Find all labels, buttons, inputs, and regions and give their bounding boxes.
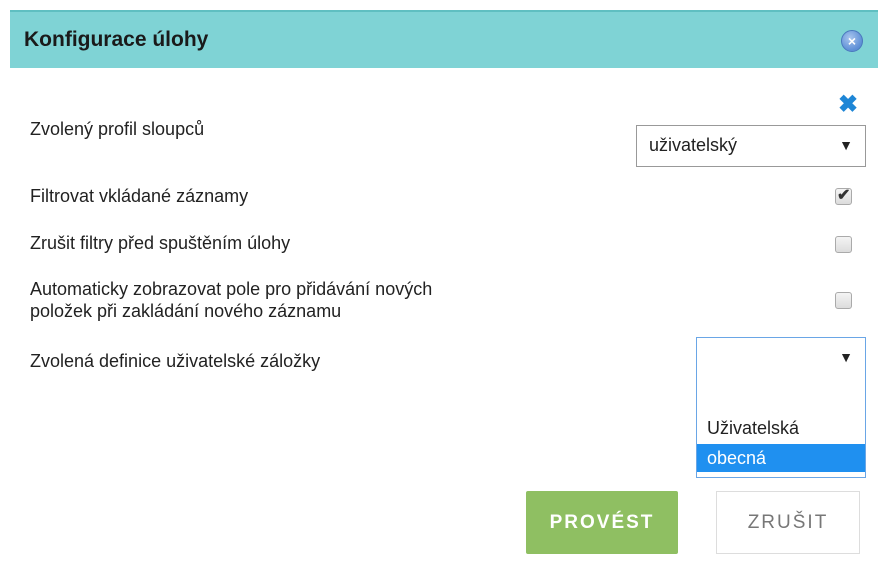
dialog-titlebar: Konfigurace úlohy × — [10, 10, 878, 68]
dropdown-option-general[interactable]: obecná — [697, 444, 865, 472]
filter-inserted-checkbox[interactable]: ✔ — [835, 187, 852, 205]
dropdown-option-empty[interactable] — [697, 378, 865, 406]
clear-filters-label: Zrušit filtry před spuštěním úlohy — [30, 233, 291, 253]
chevron-down-icon: ▼ — [839, 137, 853, 153]
auto-show-fields-checkbox[interactable] — [835, 292, 852, 309]
reset-icon[interactable]: ✖ — [838, 93, 858, 117]
chevron-down-icon: ▼ — [839, 349, 853, 365]
column-profile-value: uživatelský — [649, 135, 738, 155]
column-profile-select[interactable]: uživatelský ▼ — [636, 125, 866, 167]
close-icon[interactable]: × — [841, 30, 863, 52]
dropdown-option-user[interactable]: Uživatelská — [697, 414, 865, 442]
dialog-title: Konfigurace úlohy — [24, 28, 209, 51]
auto-show-fields-label-line2: položek při zakládání nového záznamu — [30, 301, 342, 321]
user-tab-definition-label: Zvolená definice uživatelské záložky — [30, 351, 321, 371]
execute-button[interactable]: PROVÉST — [526, 491, 678, 554]
user-tab-definition-select[interactable]: ▼ — [696, 337, 866, 379]
task-config-dialog: Konfigurace úlohy × ✖ Zvolený profil slo… — [10, 10, 878, 573]
clear-filters-checkbox[interactable] — [835, 236, 852, 253]
column-profile-label: Zvolený profil sloupců — [30, 119, 205, 139]
user-tab-definition-options: Uživatelská obecná — [696, 376, 866, 478]
checkmark-icon: ✔ — [837, 187, 851, 204]
cancel-button[interactable]: ZRUŠIT — [716, 491, 860, 554]
auto-show-fields-label-line1: Automaticky zobrazovat pole pro přidáván… — [30, 279, 433, 299]
filter-inserted-label: Filtrovat vkládané záznamy — [30, 186, 249, 206]
